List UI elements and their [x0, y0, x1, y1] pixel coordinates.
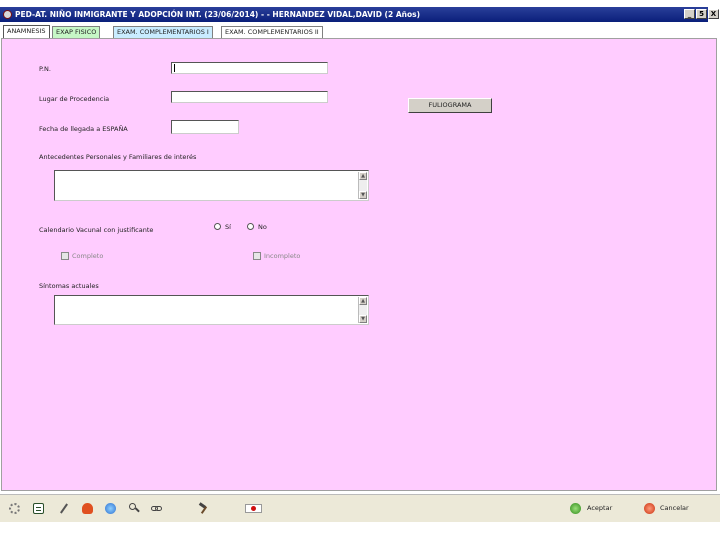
tab-exap-fisico[interactable]: EXAP FISICO — [52, 26, 101, 38]
title-bar: PED-AT. NIÑO INMIGRANTE Y ADOPCIÓN INT. … — [0, 7, 719, 22]
radio-si[interactable] — [214, 223, 221, 230]
sintomas-scrollbar[interactable]: ▲ ▼ — [358, 297, 367, 323]
antecedentes-textarea[interactable]: ▲ ▼ — [54, 170, 369, 201]
fecha-llegada-field[interactable] — [171, 120, 239, 134]
window-title: PED-AT. NIÑO INMIGRANTE Y ADOPCIÓN INT. … — [15, 10, 421, 19]
hammer-icon[interactable] — [198, 502, 209, 514]
scroll-up-icon[interactable]: ▲ — [359, 297, 367, 305]
maximize-button[interactable]: 5 — [696, 9, 707, 19]
fuliograma-button[interactable]: FULIOGRAMA — [408, 98, 492, 113]
minimize-button[interactable]: _ — [684, 9, 695, 19]
pn-field[interactable] — [171, 62, 328, 74]
settings-icon[interactable] — [9, 503, 20, 514]
globe-icon[interactable] — [105, 503, 116, 514]
heart-icon[interactable] — [82, 503, 93, 514]
link-icon[interactable] — [151, 503, 162, 514]
sintomas-label: Síntomas actuales — [39, 282, 99, 290]
tab-anamnesis[interactable]: ANAMNESIS — [3, 25, 50, 39]
document-icon[interactable] — [33, 503, 44, 514]
tab-strip: ANAMNESIS EXAP FISICO EXAM. COMPLEMENTAR… — [0, 23, 720, 39]
radio-si-label: Sí — [225, 223, 231, 231]
checkbox-incompleto[interactable] — [253, 252, 261, 260]
scroll-down-icon[interactable]: ▼ — [359, 191, 367, 199]
app-icon — [3, 10, 12, 19]
flag-icon[interactable] — [245, 504, 262, 513]
checkbox-completo[interactable] — [61, 252, 69, 260]
close-button[interactable]: X — [708, 9, 719, 19]
cancelar-button[interactable]: Cancelar — [660, 503, 689, 514]
scroll-up-icon[interactable]: ▲ — [359, 172, 367, 180]
anamnesis-panel: P.N. Lugar de Procedencia FULIOGRAMA Fec… — [1, 38, 717, 491]
calendario-vacunal-label: Calendario Vacunal con justificante — [39, 226, 154, 234]
aceptar-button[interactable]: Aceptar — [587, 503, 612, 514]
check-icon[interactable] — [570, 503, 581, 514]
sintomas-textarea[interactable]: ▲ ▼ — [54, 295, 369, 325]
lugar-procedencia-field[interactable] — [171, 91, 328, 103]
bottom-toolbar: Aceptar Cancelar — [0, 494, 720, 522]
tab-exam-complementarios-2[interactable]: EXAM. COMPLEMENTARIOS II — [221, 26, 323, 38]
scroll-down-icon[interactable]: ▼ — [359, 315, 367, 323]
checkbox-completo-label: Completo — [72, 252, 104, 260]
radio-no-label: No — [258, 223, 267, 231]
pn-label: P.N. — [39, 65, 51, 73]
tab-exam-complementarios-1[interactable]: EXAM. COMPLEMENTARIOS I — [113, 26, 213, 38]
checkbox-incompleto-label: Incompleto — [264, 252, 301, 260]
cancel-icon[interactable] — [644, 503, 655, 514]
text-cursor — [174, 64, 175, 72]
lugar-procedencia-label: Lugar de Procedencia — [39, 95, 110, 103]
radio-no[interactable] — [247, 223, 254, 230]
magnifier-icon[interactable] — [129, 503, 140, 514]
antecedentes-label: Antecedentes Personales y Familiares de … — [39, 153, 197, 161]
pen-icon[interactable] — [58, 503, 69, 514]
fecha-llegada-label: Fecha de llegada a ESPAÑA — [39, 125, 128, 133]
antecedentes-scrollbar[interactable]: ▲ ▼ — [358, 172, 367, 199]
